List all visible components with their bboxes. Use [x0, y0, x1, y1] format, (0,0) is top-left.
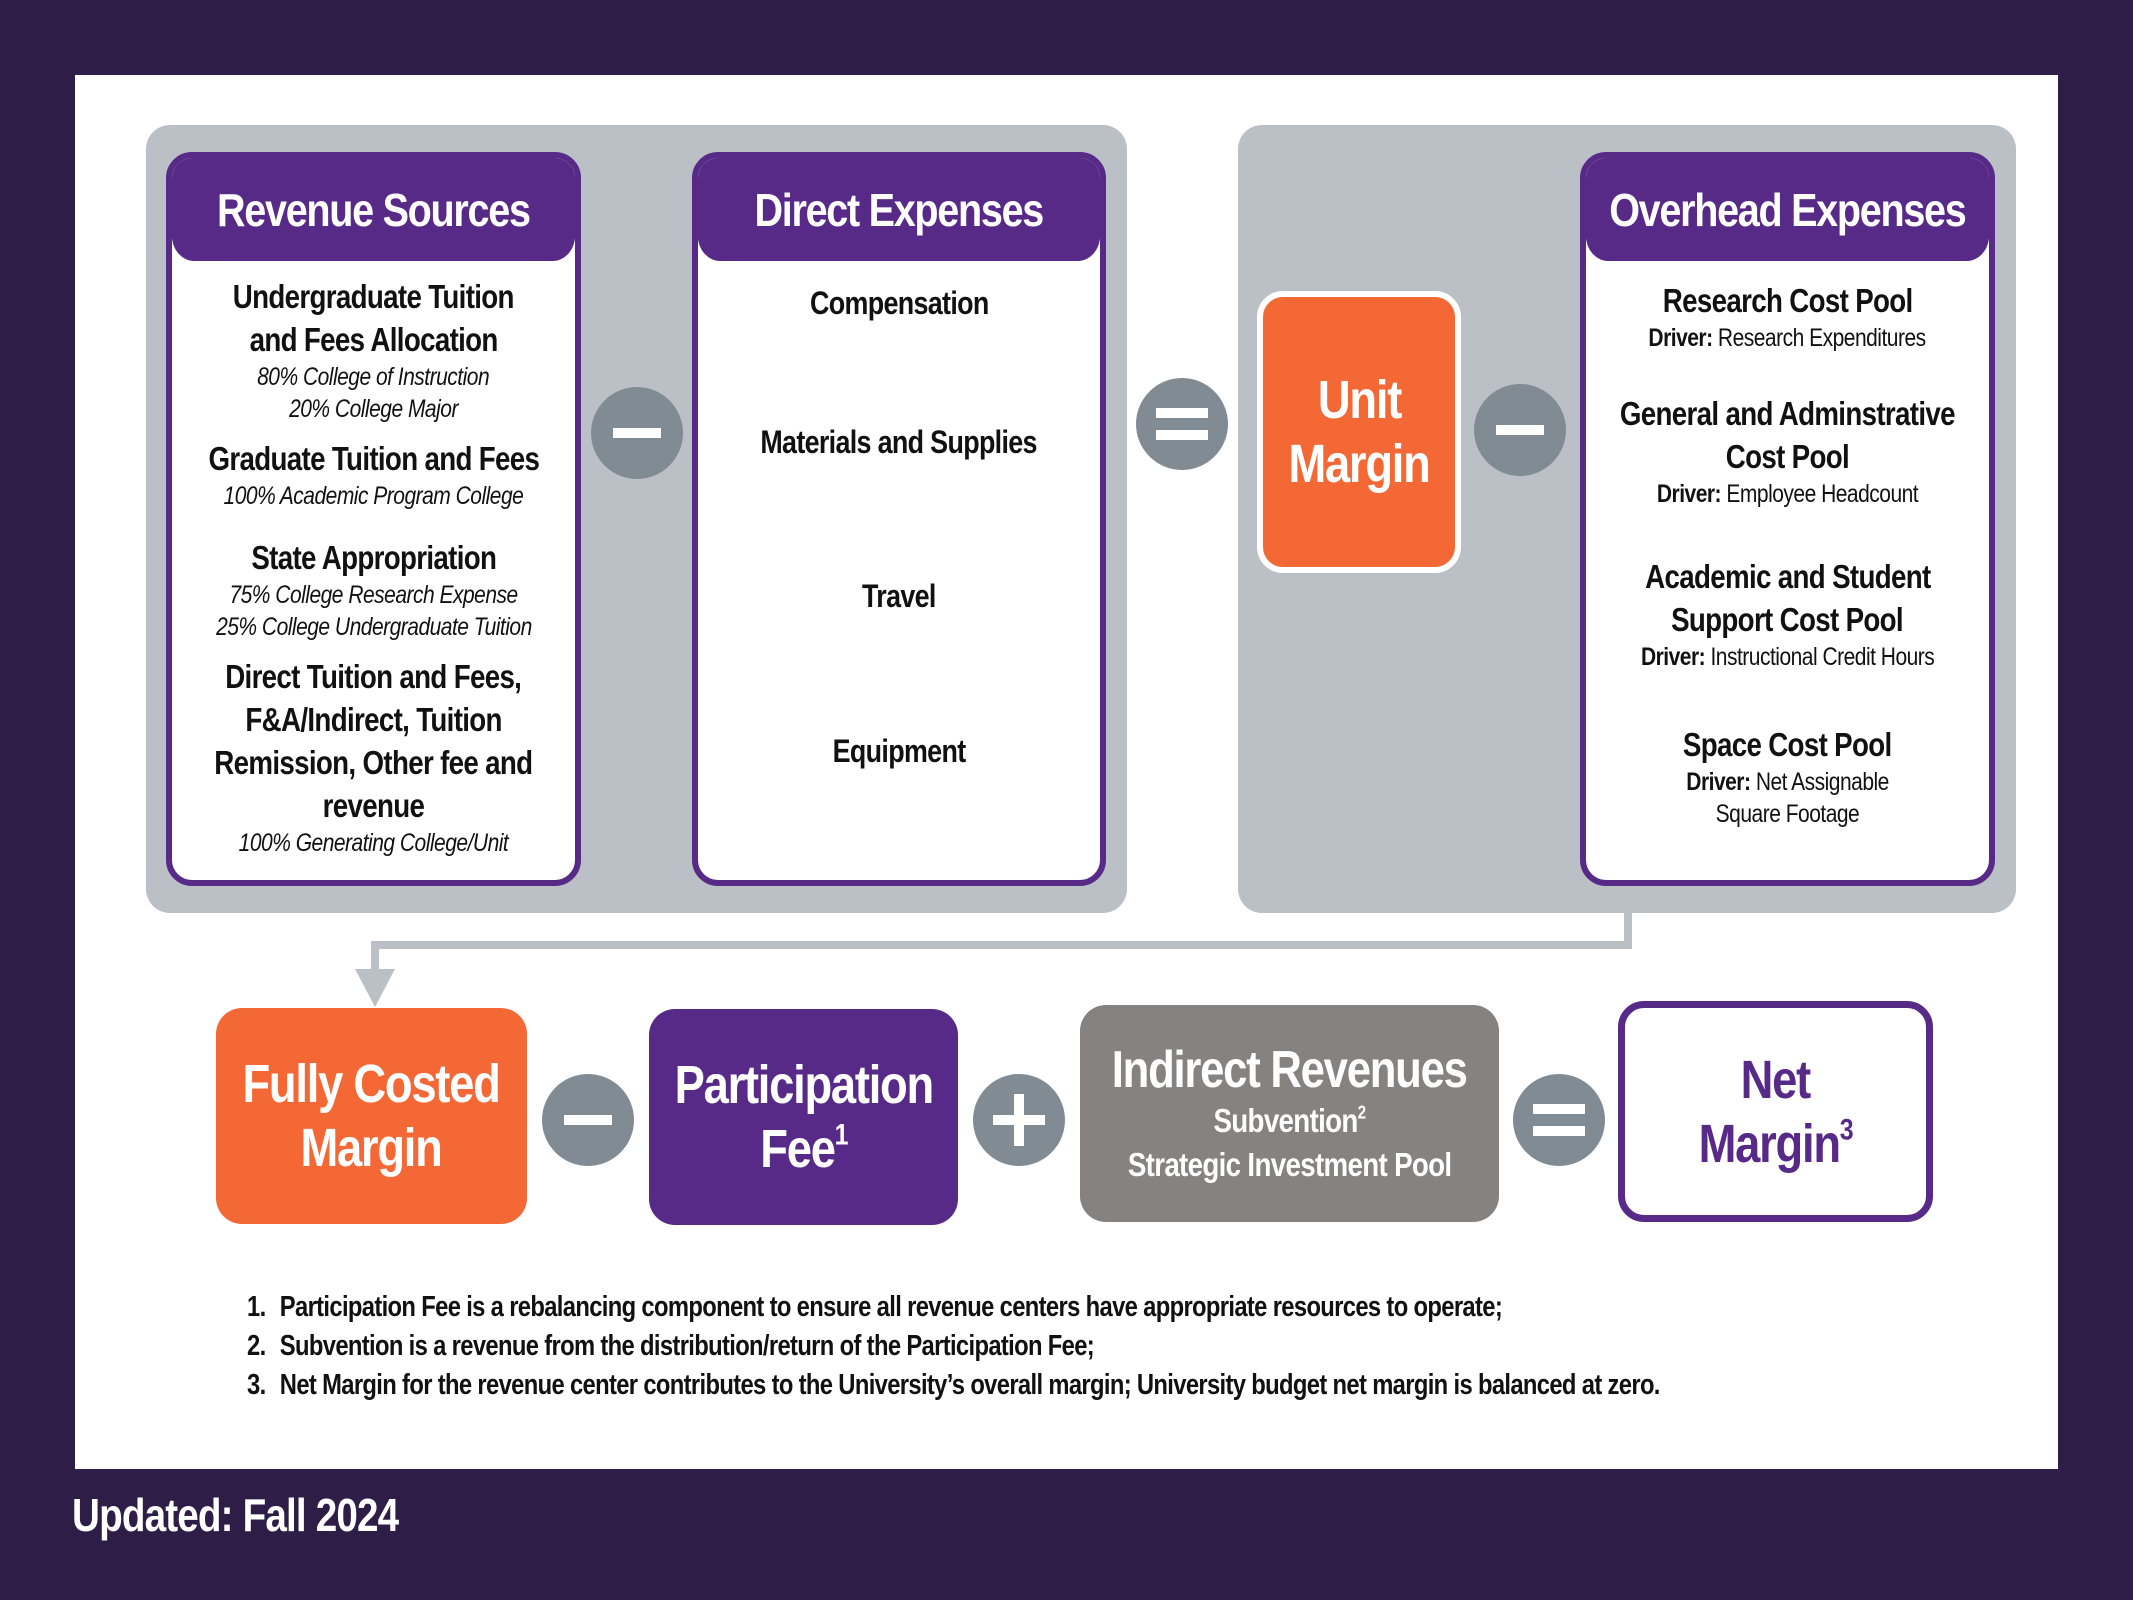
participation-fee-line: Participation: [674, 1055, 934, 1115]
connector-vertical-left: [371, 941, 379, 971]
equals-icon: [1136, 378, 1228, 470]
overhead-item: Academic and Student Support Cost Pool D…: [1586, 555, 1989, 673]
revenue-sources-header: Revenue Sources: [172, 158, 575, 261]
participation-fee-line: Fee: [759, 1119, 836, 1179]
revenue-item-note: 80% College of Instruction: [257, 363, 490, 391]
footnote-ref: 3: [1839, 1113, 1854, 1147]
footnote-text: Participation Fee is a rebalancing compo…: [279, 1291, 1503, 1323]
indirect-revenues-box: Indirect Revenues Subvention2 Strategic …: [1080, 1005, 1499, 1222]
revenue-item: Direct Tuition and Fees, F&A/Indirect, T…: [172, 655, 575, 859]
revenue-item-title: Direct Tuition and Fees,: [225, 658, 522, 695]
driver-value: Research Expenditures: [1718, 324, 1927, 352]
driver-label: Driver:: [1648, 324, 1714, 352]
revenue-item-title: State Appropriation: [251, 539, 497, 576]
fully-costed-margin-box: Fully Costed Margin: [216, 1008, 527, 1224]
revenue-item-note: 100% Academic Program College: [223, 482, 524, 510]
direct-expenses-card: Direct Expenses Compensation Materials a…: [692, 152, 1106, 886]
direct-expense-item: Travel: [862, 578, 936, 614]
connector-horizontal: [371, 941, 1632, 949]
footnote: 2. Subvention is a revenue from the distr…: [247, 1327, 1660, 1366]
revenue-sources-list: Undergraduate Tuition and Fees Allocatio…: [172, 261, 575, 859]
revenue-item-title: F&A/Indirect, Tuition: [245, 701, 502, 738]
revenue-item-note: 75% College Research Expense: [229, 581, 518, 609]
revenue-sources-card: Revenue Sources Undergraduate Tuition an…: [166, 152, 581, 886]
footnote-text: Net Margin for the revenue center contri…: [279, 1369, 1661, 1401]
direct-expense-item: Materials and Supplies: [760, 424, 1038, 460]
overhead-item: General and Adminstrative Cost Pool Driv…: [1586, 392, 1989, 510]
revenue-sources-title: Revenue Sources: [217, 183, 531, 236]
unit-margin-line: Unit: [1317, 370, 1401, 430]
direct-expense-item: Compensation: [809, 285, 989, 321]
footnote-ref: 2: [1357, 1101, 1367, 1122]
minus-icon: [1474, 384, 1566, 476]
overhead-item-title: General and Adminstrative: [1620, 395, 1956, 432]
footnote-number: 1.: [247, 1291, 266, 1323]
direct-expense-item: Equipment: [832, 733, 967, 769]
driver-value: Employee Headcount: [1726, 480, 1919, 508]
driver-value: Net Assignable: [1755, 768, 1890, 796]
overhead-item-title: Academic and Student: [1644, 558, 1931, 595]
minus-icon: [591, 387, 683, 479]
fully-costed-line: Margin: [300, 1118, 443, 1178]
driver-value: Square Footage: [1715, 800, 1860, 828]
footnote-number: 2.: [247, 1330, 266, 1362]
driver-label: Driver:: [1686, 768, 1751, 796]
revenue-item: Graduate Tuition and Fees 100% Academic …: [172, 437, 575, 512]
fully-costed-line: Fully Costed: [242, 1054, 501, 1114]
unit-margin-box: Unit Margin: [1257, 291, 1461, 573]
overhead-item-title: Cost Pool: [1725, 438, 1850, 475]
updated-label: Updated: Fall 2024: [72, 1489, 399, 1541]
net-margin-line: Margin: [1698, 1113, 1841, 1174]
net-margin-box: Net Margin3: [1618, 1001, 1933, 1222]
direct-expenses-title: Direct Expenses: [754, 183, 1045, 236]
direct-expenses-list: Compensation Materials and Supplies Trav…: [698, 261, 1100, 861]
net-margin-line: Net: [1740, 1049, 1812, 1110]
overhead-expenses-header: Overhead Expenses: [1586, 158, 1989, 261]
footnote-ref: 1: [834, 1118, 848, 1152]
revenue-item-title: Undergraduate Tuition: [232, 278, 515, 315]
overhead-item-title: Research Cost Pool: [1662, 282, 1913, 319]
revenue-item: State Appropriation 75% College Research…: [172, 536, 575, 643]
overhead-expenses-card: Overhead Expenses Research Cost Pool Dri…: [1580, 152, 1995, 886]
overhead-item-title: Space Cost Pool: [1683, 726, 1892, 763]
overhead-item-title: Support Cost Pool: [1671, 601, 1905, 638]
overhead-item: Space Cost Pool Driver: Net Assignable S…: [1586, 723, 1989, 830]
indirect-revenues-item: Subvention: [1213, 1101, 1358, 1139]
driver-label: Driver:: [1656, 480, 1722, 508]
footnote-text: Subvention is a revenue from the distrib…: [279, 1330, 1095, 1362]
overhead-expenses-list: Research Cost Pool Driver: Research Expe…: [1586, 261, 1989, 861]
indirect-revenues-title: Indirect Revenues: [1112, 1040, 1468, 1099]
revenue-item-note: 100% Generating College/Unit: [238, 829, 509, 857]
revenue-item: Undergraduate Tuition and Fees Allocatio…: [172, 275, 575, 425]
equals-icon: [1513, 1074, 1605, 1166]
direct-expenses-header: Direct Expenses: [698, 158, 1100, 261]
participation-fee-box: Participation Fee1: [649, 1009, 958, 1225]
revenue-item-note: 25% College Undergraduate Tuition: [215, 613, 532, 641]
arrow-down-icon: [355, 969, 395, 1007]
indirect-revenues-item: Strategic Investment Pool: [1127, 1145, 1452, 1183]
footnotes: 1. Participation Fee is a rebalancing com…: [247, 1288, 1970, 1405]
driver-value: Instructional Credit Hours: [1710, 643, 1935, 671]
footnote: 3. Net Margin for the revenue center cont…: [247, 1366, 1660, 1405]
driver-label: Driver:: [1640, 643, 1706, 671]
revenue-item-title: and Fees Allocation: [249, 321, 498, 358]
minus-icon: [542, 1074, 634, 1166]
revenue-item-title: Graduate Tuition and Fees: [208, 440, 539, 477]
footnote: 1. Participation Fee is a rebalancing com…: [247, 1288, 1660, 1327]
overhead-expenses-title: Overhead Expenses: [1609, 183, 1967, 236]
unit-margin-line: Margin: [1288, 434, 1430, 494]
plus-icon: [973, 1074, 1065, 1166]
revenue-item-title: Remission, Other fee and: [214, 744, 533, 781]
overhead-item: Research Cost Pool Driver: Research Expe…: [1586, 279, 1989, 354]
footnote-number: 3.: [247, 1369, 266, 1401]
revenue-item-note: 20% College Major: [289, 395, 458, 423]
revenue-item-title: revenue: [322, 787, 425, 824]
